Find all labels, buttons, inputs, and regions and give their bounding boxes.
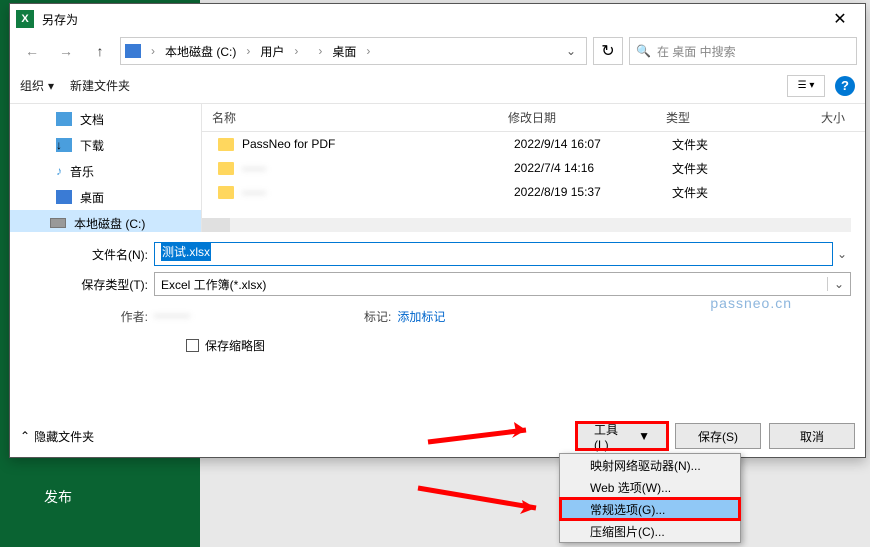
hide-folders-button[interactable]: ⌃隐藏文件夹 bbox=[20, 428, 94, 445]
watermark: passneo.cn bbox=[710, 295, 792, 311]
dialog-title: 另存为 bbox=[42, 11, 817, 28]
annotation-arrow bbox=[426, 412, 546, 457]
folder-icon bbox=[218, 162, 234, 175]
column-date[interactable]: 修改日期 bbox=[498, 109, 656, 126]
nav-desktop[interactable]: 桌面 bbox=[10, 184, 201, 210]
forward-button[interactable]: → bbox=[52, 38, 80, 64]
save-as-dialog: 另存为 ✕ ← → ↑ › 本地磁盘 (C:) › 用户 › › 桌面 › ⌄ … bbox=[9, 3, 866, 458]
horizontal-scrollbar[interactable] bbox=[202, 218, 851, 232]
column-size[interactable]: 大小 bbox=[786, 109, 865, 126]
tools-button[interactable]: 工具(L)▼ bbox=[577, 423, 667, 449]
nav-documents[interactable]: 文档 bbox=[10, 106, 201, 132]
filetype-label: 保存类型(T): bbox=[24, 276, 154, 293]
nav-music[interactable]: ♪音乐 bbox=[10, 158, 201, 184]
thumbnail-checkbox[interactable] bbox=[186, 339, 199, 352]
chevron-down-icon[interactable]: ⌄ bbox=[833, 247, 851, 261]
menu-web-options[interactable]: Web 选项(W)... bbox=[560, 476, 740, 498]
filetype-select[interactable]: Excel 工作簿(*.xlsx) ⌄ bbox=[154, 272, 851, 296]
file-list: 名称 修改日期 类型 大小 PassNeo for PDF 2022/9/14 … bbox=[202, 104, 865, 232]
folder-icon bbox=[218, 138, 234, 151]
thumbnail-label: 保存缩略图 bbox=[205, 337, 265, 354]
close-button[interactable]: ✕ bbox=[817, 4, 863, 34]
menu-general-options[interactable]: 常规选项(G)... bbox=[560, 498, 740, 520]
drive-icon bbox=[125, 44, 141, 58]
column-name[interactable]: 名称 bbox=[202, 109, 498, 126]
save-button[interactable]: 保存(S) bbox=[675, 423, 761, 449]
menu-map-drive[interactable]: 映射网络驱动器(N)... bbox=[560, 454, 740, 476]
up-button[interactable]: ↑ bbox=[86, 38, 114, 64]
file-row[interactable]: PassNeo for PDF 2022/9/14 16:07 文件夹 bbox=[202, 132, 865, 156]
breadcrumb[interactable]: › 本地磁盘 (C:) › 用户 › › 桌面 › ⌄ bbox=[120, 37, 587, 65]
back-button[interactable]: ← bbox=[18, 38, 46, 64]
filename-input[interactable]: 测试.xlsx bbox=[154, 242, 833, 266]
filename-label: 文件名(N): bbox=[24, 246, 154, 263]
help-button[interactable]: ? bbox=[835, 76, 855, 96]
tag-label: 标记: bbox=[364, 308, 397, 325]
navigation-pane: 文档 ↓下载 ♪音乐 桌面 本地磁盘 (C:) bbox=[10, 104, 202, 232]
new-folder-button[interactable]: 新建文件夹 bbox=[70, 77, 130, 94]
refresh-button[interactable]: ↻ bbox=[593, 37, 623, 65]
menu-compress[interactable]: 压缩图片(C)... bbox=[560, 520, 740, 542]
cancel-button[interactable]: 取消 bbox=[769, 423, 855, 449]
chevron-down-icon: ⌄ bbox=[827, 277, 844, 291]
organize-button[interactable]: 组织▾ bbox=[20, 77, 54, 94]
author-label: 作者: bbox=[24, 308, 154, 325]
folder-icon bbox=[218, 186, 234, 199]
tag-value[interactable]: 添加标记 bbox=[397, 308, 445, 325]
file-row[interactable]: —— 2022/8/19 15:37 文件夹 bbox=[202, 180, 865, 204]
search-input[interactable]: 🔍 在 桌面 中搜索 bbox=[629, 37, 857, 65]
excel-icon bbox=[16, 10, 34, 28]
author-value[interactable]: ——— bbox=[154, 308, 190, 325]
view-button[interactable]: ☰ ▾ bbox=[787, 75, 825, 97]
chevron-down-icon[interactable]: ⌄ bbox=[560, 44, 582, 58]
publish-label: 发布 bbox=[44, 487, 72, 507]
nav-localdisk[interactable]: 本地磁盘 (C:) bbox=[10, 210, 201, 232]
file-row[interactable]: —— 2022/7/4 14:16 文件夹 bbox=[202, 156, 865, 180]
tools-dropdown: 映射网络驱动器(N)... Web 选项(W)... 常规选项(G)... 压缩… bbox=[559, 453, 741, 543]
column-type[interactable]: 类型 bbox=[656, 109, 786, 126]
annotation-arrow bbox=[416, 480, 556, 525]
search-icon: 🔍 bbox=[636, 44, 651, 58]
nav-downloads[interactable]: ↓下载 bbox=[10, 132, 201, 158]
